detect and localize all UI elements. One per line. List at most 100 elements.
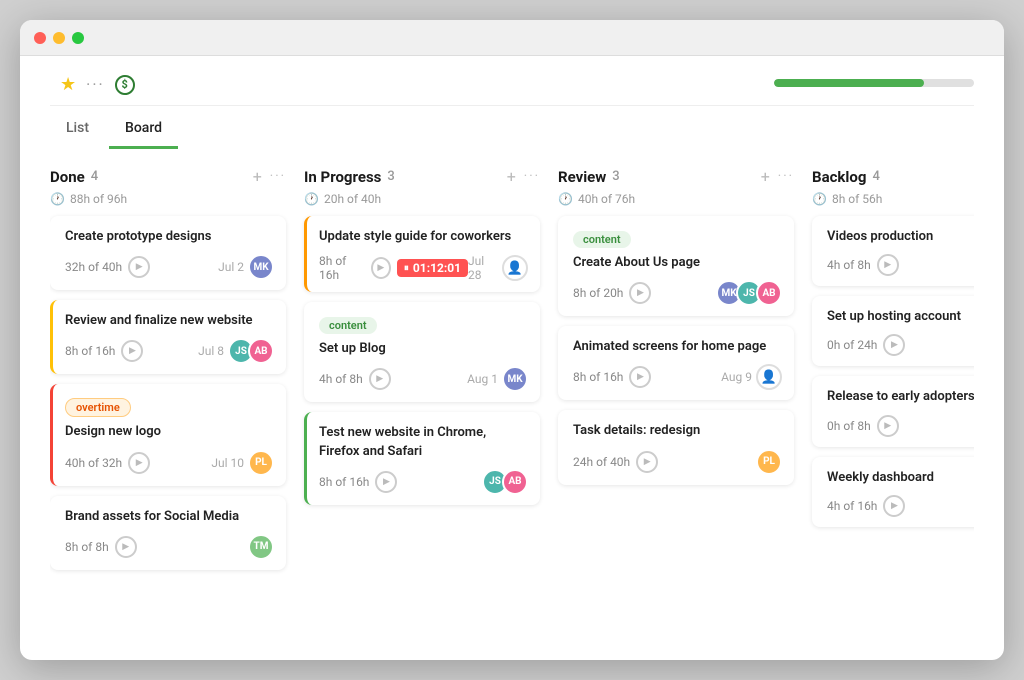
add-icon[interactable]: + xyxy=(507,167,516,186)
card-footer: 8h of 8h▶TM xyxy=(65,534,274,560)
play-timer-button[interactable]: ▶ xyxy=(369,368,391,390)
play-timer-button[interactable]: ▶ xyxy=(128,452,150,474)
avatar: AB xyxy=(756,280,782,306)
close-button[interactable] xyxy=(34,32,46,44)
column-review: Review3+···🕐40h of 76hcontentCreate Abou… xyxy=(558,167,794,580)
column-actions-done[interactable]: + ··· xyxy=(253,167,286,186)
play-timer-button[interactable]: ▶ xyxy=(371,257,391,279)
clock-icon: 🕐 xyxy=(558,192,573,206)
task-card[interactable]: Create prototype designs32h of 40h▶Jul 2… xyxy=(50,216,286,290)
hours-label: 8h of 56h xyxy=(832,192,882,206)
avatar: PL xyxy=(756,449,782,475)
card-hours: 4h of 16h xyxy=(827,499,877,513)
add-icon[interactable]: + xyxy=(761,167,770,186)
tab-board[interactable]: Board xyxy=(109,112,178,149)
clock-icon: 🕐 xyxy=(50,192,65,206)
task-card[interactable]: overtimeDesign new logo40h of 32h▶Jul 10… xyxy=(50,384,286,485)
task-card[interactable]: Update style guide for coworkers8h of 16… xyxy=(304,216,540,292)
project-header: ★ ··· $ xyxy=(50,56,974,106)
star-icon[interactable]: ★ xyxy=(60,74,76,95)
column-hours-in-progress: 🕐20h of 40h xyxy=(304,192,540,206)
card-footer: 0h of 24h▶ xyxy=(827,334,974,356)
card-title: Test new website in Chrome, Firefox and … xyxy=(319,424,528,460)
maximize-button[interactable] xyxy=(72,32,84,44)
minimize-button[interactable] xyxy=(53,32,65,44)
main-content: ★ ··· $ List Board Done4+···🕐88h of 96hC… xyxy=(20,56,1004,610)
titlebar xyxy=(20,20,1004,56)
play-timer-button[interactable]: ▶ xyxy=(877,254,899,276)
avatar-group: MK xyxy=(248,254,274,280)
card-title: Set up hosting account xyxy=(827,308,974,326)
column-done: Done4+···🕐88h of 96hCreate prototype des… xyxy=(50,167,286,580)
task-card[interactable]: contentCreate About Us page8h of 20h▶MKJ… xyxy=(558,216,794,316)
avatar: AB xyxy=(502,469,528,495)
card-footer: 8h of 16h▶Jul 8JSAB xyxy=(65,338,274,364)
card-title: Release to early adopters xyxy=(827,388,974,406)
card-hours: 4h of 8h xyxy=(319,372,363,386)
column-count-in-progress: 3 xyxy=(387,169,394,184)
card-title: Task details: redesign xyxy=(573,422,782,440)
card-footer: 0h of 8h▶ xyxy=(827,415,974,437)
card-date: Jul 2 xyxy=(218,260,244,274)
play-timer-button[interactable]: ▶ xyxy=(128,256,150,278)
traffic-lights xyxy=(34,32,84,44)
card-hours: 8h of 20h xyxy=(573,286,623,300)
task-card[interactable]: Set up hosting account 0h of 24h▶ xyxy=(812,296,974,366)
task-card[interactable]: Test new website in Chrome, Firefox and … xyxy=(304,412,540,504)
card-title: Design new logo xyxy=(65,423,274,441)
column-more-icon[interactable]: ··· xyxy=(524,169,540,184)
task-card[interactable]: Review and finalize new website8h of 16h… xyxy=(50,300,286,374)
avatar: MK xyxy=(248,254,274,280)
timer-value: 01:12:01 xyxy=(413,261,461,275)
hours-label: 88h of 96h xyxy=(70,192,127,206)
card-footer: 4h of 8h▶ xyxy=(827,254,974,276)
task-card[interactable]: Animated screens for home page8h of 16h▶… xyxy=(558,326,794,400)
card-title: Update style guide for coworkers xyxy=(319,228,528,246)
play-timer-button[interactable]: ▶ xyxy=(375,471,397,493)
avatar-group: MK xyxy=(502,366,528,392)
column-header-in-progress: In Progress 3 + ··· xyxy=(304,167,540,186)
play-timer-button[interactable]: ▶ xyxy=(115,536,137,558)
column-count-review: 3 xyxy=(612,169,619,184)
column-title-backlog: Backlog xyxy=(812,168,866,186)
column-more-icon[interactable]: ··· xyxy=(778,169,794,184)
column-actions-in-progress[interactable]: + ··· xyxy=(507,167,540,186)
task-card[interactable]: Release to early adopters 0h of 8h▶ xyxy=(812,376,974,446)
card-footer: 32h of 40h ▶ Jul 2 MK xyxy=(65,254,274,280)
avatar-placeholder: 👤 xyxy=(502,255,528,281)
card-hours: 32h of 40h xyxy=(65,260,122,274)
task-card[interactable]: Task details: redesign24h of 40h▶PL xyxy=(558,410,794,484)
column-actions-review[interactable]: + ··· xyxy=(761,167,794,186)
column-header-done: Done4+··· xyxy=(50,167,286,186)
avatar: TM xyxy=(248,534,274,560)
task-card[interactable]: Weekly dashboard4h of 16h▶ xyxy=(812,457,974,527)
more-options-icon[interactable]: ··· xyxy=(86,75,105,94)
card-hours: 8h of 16h xyxy=(319,475,369,489)
task-card[interactable]: Videos production4h of 8h▶ xyxy=(812,216,974,286)
card-date: Jul 8 xyxy=(198,344,224,358)
play-timer-button[interactable]: ▶ xyxy=(883,334,905,356)
task-card[interactable]: Brand assets for Social Media8h of 8h▶TM xyxy=(50,496,286,570)
play-timer-button[interactable]: ▶ xyxy=(883,495,905,517)
add-icon[interactable]: + xyxy=(253,167,262,186)
task-card[interactable]: contentSet up Blog4h of 8h▶Aug 1MK xyxy=(304,302,540,402)
hours-label: 40h of 76h xyxy=(578,192,635,206)
play-timer-button[interactable]: ▶ xyxy=(121,340,143,362)
billing-badge: $ xyxy=(115,75,140,95)
avatar-placeholder: 👤 xyxy=(756,364,782,390)
column-count-backlog: 4 xyxy=(872,169,879,184)
tab-list[interactable]: List xyxy=(50,112,105,149)
board: Done4+···🕐88h of 96hCreate prototype des… xyxy=(50,149,974,590)
column-title-in-progress: In Progress xyxy=(304,168,381,186)
column-header-review: Review3+··· xyxy=(558,167,794,186)
billing-icon: $ xyxy=(115,75,135,95)
column-hours-done: 🕐 88h of 96h xyxy=(50,192,286,206)
play-timer-button[interactable]: ▶ xyxy=(877,415,899,437)
column-more-icon[interactable]: ··· xyxy=(270,169,286,184)
card-footer: 8h of 20h▶MKJSAB xyxy=(573,280,782,306)
card-footer: 8h of 16h▶JSAB xyxy=(319,469,528,495)
column-in-progress: In Progress 3 + ··· 🕐20h of 40h Update style … xyxy=(304,167,540,580)
play-timer-button[interactable]: ▶ xyxy=(629,366,651,388)
play-timer-button[interactable]: ▶ xyxy=(629,282,651,304)
play-timer-button[interactable]: ▶ xyxy=(636,451,658,473)
